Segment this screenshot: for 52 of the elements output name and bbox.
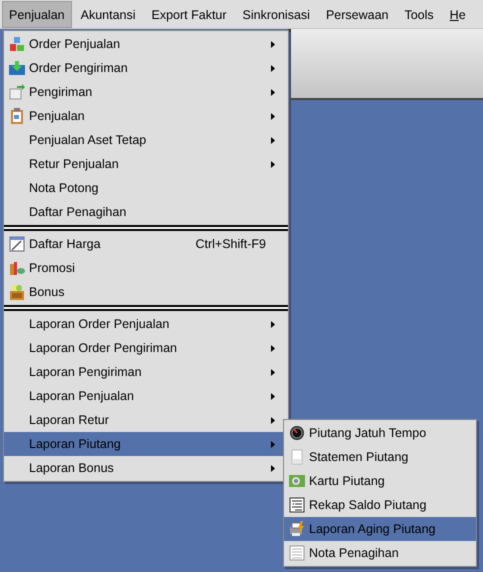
menu-item[interactable]: Nota Penagihan: [284, 541, 476, 565]
menu-bar-item[interactable]: Tools: [397, 1, 441, 28]
boxes-icon: [8, 36, 24, 52]
menu-item[interactable]: Laporan Aging Piutang: [284, 517, 476, 541]
submenu-arrow-icon: [271, 464, 275, 472]
shortcut-text: Ctrl+Shift-F9: [195, 237, 266, 251]
menu-item[interactable]: Nota Potong: [4, 176, 288, 200]
menu-item[interactable]: Order Penjualan: [4, 32, 288, 56]
menu-bar-item[interactable]: Persewaan: [318, 1, 396, 28]
menu-item[interactable]: Rekap Saldo Piutang: [284, 493, 476, 517]
submenu-arrow-icon: [271, 40, 275, 48]
menu-item[interactable]: Retur Penjualan: [4, 152, 288, 176]
menu-item[interactable]: Order Pengiriman: [4, 56, 288, 80]
list-icon: [288, 497, 304, 513]
menu-item[interactable]: Daftar Penagihan: [4, 200, 288, 224]
submenu-arrow-icon: [271, 344, 275, 352]
menu-item[interactable]: Laporan Order Penjualan: [4, 312, 288, 336]
menu-item[interactable]: Pengiriman: [4, 80, 288, 104]
menu-bar-item[interactable]: He: [442, 1, 473, 28]
menu-item[interactable]: Penjualan: [4, 104, 288, 128]
gift-icon: [8, 284, 24, 300]
submenu-arrow-icon: [271, 440, 275, 448]
menu-bar-item[interactable]: Export Faktur: [144, 1, 234, 28]
menu-item[interactable]: Laporan Penjualan: [4, 384, 288, 408]
document-icon: [288, 449, 304, 465]
submenu-arrow-icon: [271, 416, 275, 424]
menu-item[interactable]: Bonus: [4, 280, 288, 304]
bottles-icon: [8, 260, 24, 276]
menu-item[interactable]: Laporan Pengiriman: [4, 360, 288, 384]
menu-item[interactable]: Laporan Order Pengiriman: [4, 336, 288, 360]
price-list-icon: [8, 236, 24, 252]
submenu-arrow-icon: [271, 64, 275, 72]
export-icon: [8, 84, 24, 100]
printer-icon: [288, 521, 304, 537]
submenu-arrow-icon: [271, 136, 275, 144]
menu-bar-item[interactable]: Penjualan: [2, 1, 72, 28]
submenu-arrow-icon: [271, 392, 275, 400]
menu-bar-item[interactable]: Akuntansi: [74, 1, 143, 28]
submenu-arrow-icon: [271, 88, 275, 96]
submenu-arrow-icon: [271, 320, 275, 328]
submenu-arrow-icon: [271, 160, 275, 168]
menu-item[interactable]: Penjualan Aset Tetap: [4, 128, 288, 152]
card-icon: [288, 473, 304, 489]
submenu-arrow-icon: [271, 112, 275, 120]
note-icon: [288, 545, 304, 561]
submenu-arrow-icon: [271, 368, 275, 376]
clipboard-icon: [8, 108, 24, 124]
download-icon: [8, 60, 24, 76]
menu-item[interactable]: Daftar Harga Ctrl+Shift-F9: [4, 232, 288, 256]
menu-bar-item[interactable]: Sinkronisasi: [236, 1, 317, 28]
clock-icon: [288, 425, 304, 441]
menu-item[interactable]: Promosi: [4, 256, 288, 280]
